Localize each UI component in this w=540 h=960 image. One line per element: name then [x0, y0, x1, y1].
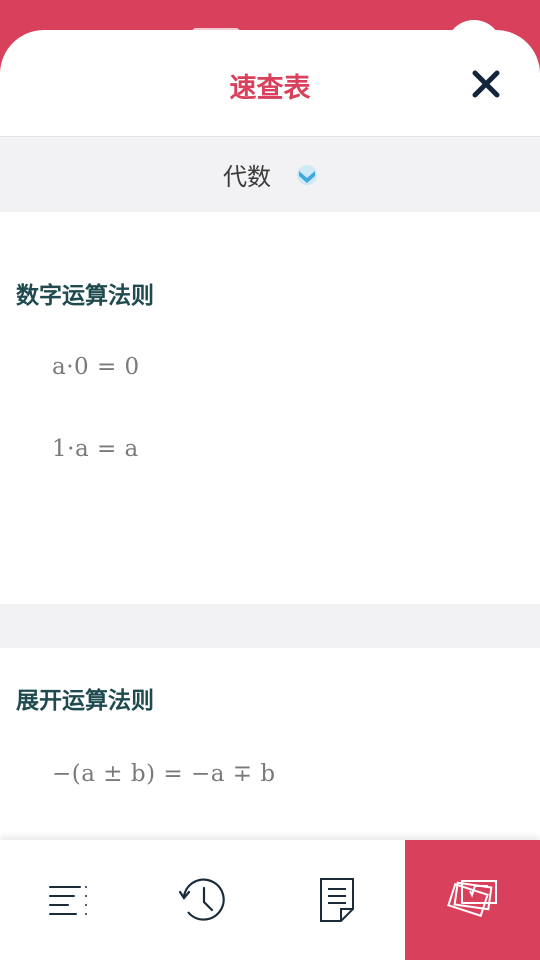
nav-outline[interactable]: [0, 840, 135, 960]
outline-list-icon: [48, 886, 87, 915]
history-clock-icon: [178, 878, 225, 921]
formula: a·0 = 0: [52, 354, 140, 380]
nav-notes[interactable]: [270, 840, 405, 960]
formula-cards-icon: [446, 880, 497, 917]
chevron-down-icon: [297, 164, 317, 185]
close-button[interactable]: [466, 64, 506, 104]
bottom-navigation: [0, 840, 540, 960]
section-title-expansion-rules: 展开运算法则: [16, 688, 154, 714]
formula: −(a ± b) = −a ∓ b: [52, 761, 276, 787]
close-icon: [472, 70, 500, 98]
notes-document-icon: [319, 878, 354, 922]
nav-history[interactable]: [135, 840, 270, 960]
category-label: 代数: [223, 163, 271, 191]
category-selector[interactable]: 代数: [0, 137, 540, 212]
section-title-number-rules: 数字运算法则: [16, 283, 154, 309]
cheat-sheet-panel: 速查表 代数 数字运算法则 a·0 = 0 1·a = a 展开运算法则 −(a…: [0, 30, 540, 840]
formula: 1·a = a: [52, 436, 139, 462]
nav-formula-cards[interactable]: [405, 840, 540, 960]
sheet-title: 速查表: [229, 73, 311, 104]
sheet-header: 速查表: [0, 30, 540, 137]
section-divider: [0, 604, 540, 648]
